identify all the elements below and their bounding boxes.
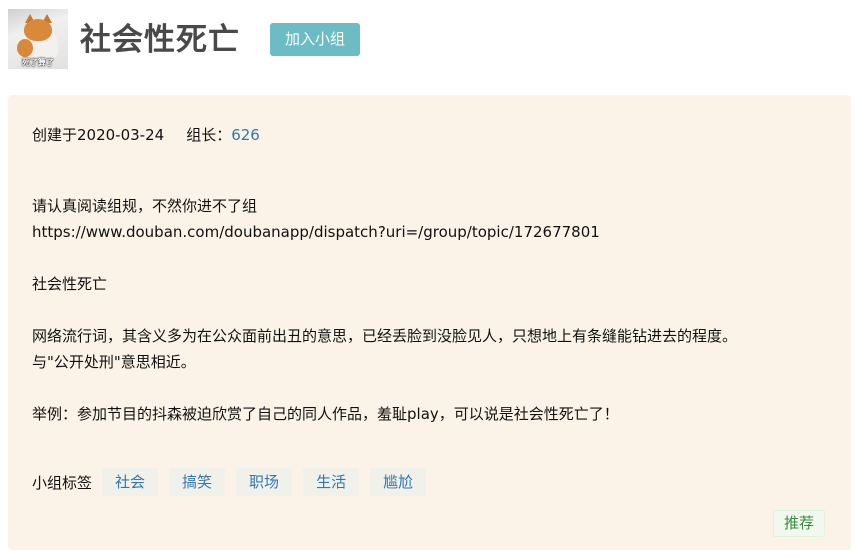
intro-line — [32, 375, 832, 401]
created-date: 创建于2020-03-24 — [32, 126, 165, 144]
intro-link-line[interactable]: https://www.douban.com/doubanapp/dispatc… — [32, 219, 832, 245]
group-info-card: 创建于2020-03-24 组长：626 请认真阅读组规，不然你进不了组 http… — [8, 95, 851, 550]
group-header: 死了算了 社会性死亡 加入小组 — [0, 0, 860, 80]
avatar-caption: 死了算了 — [22, 58, 54, 67]
group-title: 社会性死亡 — [80, 22, 240, 58]
owner-label: 组长： — [186, 126, 232, 144]
tag-life[interactable]: 生活 — [303, 468, 360, 496]
intro-line — [32, 297, 832, 323]
avatar-cat-head — [24, 19, 52, 41]
intro-line — [32, 245, 832, 271]
group-intro: 请认真阅读组规，不然你进不了组 https://www.douban.com/d… — [32, 193, 832, 427]
intro-line: 请认真阅读组规，不然你进不了组 — [32, 197, 258, 215]
group-avatar[interactable]: 死了算了 — [8, 9, 68, 69]
intro-line: 举例：参加节目的抖森被迫欣赏了自己的同人作品，羞耻play，可以说是社会性死亡了… — [32, 405, 619, 423]
join-group-button[interactable]: 加入小组 — [270, 23, 360, 56]
intro-line: 与"公开处刑"意思相近。 — [32, 353, 196, 371]
intro-line: 网络流行词，其含义多为在公众面前出丑的意思，已经丢脸到没脸见人，只想地上有条缝能… — [32, 327, 738, 345]
intro-line: 社会性死亡 — [32, 275, 108, 293]
tag-workplace[interactable]: 职场 — [236, 468, 293, 496]
tag-funny[interactable]: 搞笑 — [169, 468, 226, 496]
avatar-cat-patch — [17, 39, 33, 57]
owner-link[interactable]: 626 — [231, 126, 260, 144]
group-tags: 小组标签 社会 搞笑 职场 生活 尴尬 — [32, 468, 437, 498]
tag-social[interactable]: 社会 — [102, 468, 159, 496]
tags-label: 小组标签 — [32, 474, 93, 492]
group-meta: 创建于2020-03-24 组长：626 — [32, 125, 260, 145]
tag-awkward[interactable]: 尴尬 — [370, 468, 427, 496]
recommend-button[interactable]: 推荐 — [772, 510, 825, 537]
